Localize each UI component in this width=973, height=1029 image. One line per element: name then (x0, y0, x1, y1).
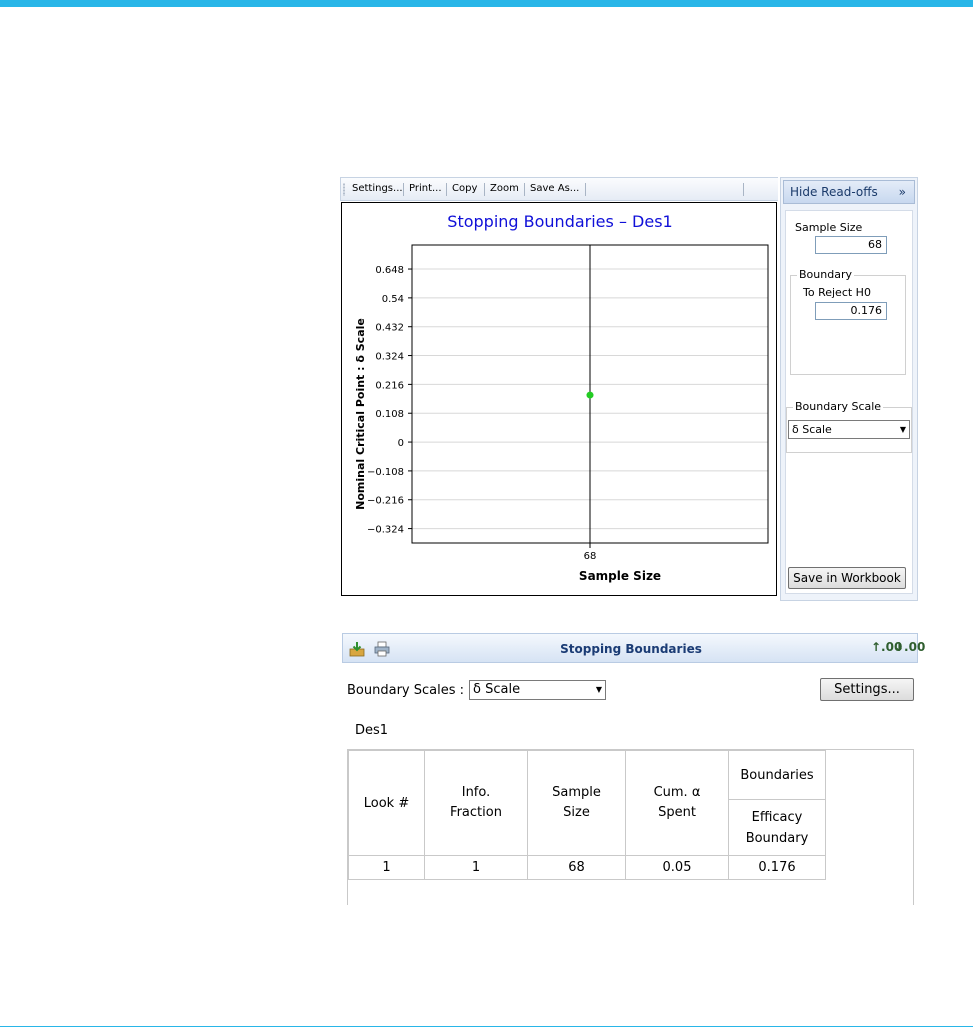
toolbar-separator (446, 183, 447, 196)
double-chevron-right-icon: » (898, 185, 906, 199)
hide-readoffs-label: Hide Read-offs (790, 185, 878, 199)
toolbar-separator (524, 183, 525, 196)
sample-size-label: Sample Size (795, 221, 863, 234)
y-tick-label: −0.216 (367, 496, 404, 507)
sample-size-field[interactable]: 68 (815, 236, 887, 254)
y-tick-label: −0.108 (367, 467, 404, 478)
toolbar-separator (585, 183, 586, 196)
boundary-scales-select[interactable]: δ Scale ▼ (469, 680, 606, 700)
x-axis-label: Sample Size (579, 569, 661, 583)
y-tick-label: 0.108 (375, 409, 404, 420)
dropdown-arrow-icon: ▼ (899, 425, 906, 434)
save-as-button[interactable]: Save As... (530, 178, 579, 200)
decrease-decimals-icon[interactable]: ↓.00 (894, 640, 925, 654)
col-header-boundaries: Boundaries (728, 749, 826, 801)
readoff-panel: Hide Read-offs » Sample Size 68 Boundary… (780, 177, 918, 601)
boundary-group-label: Boundary (797, 268, 854, 281)
zoom-button[interactable]: Zoom (490, 178, 519, 200)
reject-h0-field[interactable]: 0.176 (815, 302, 887, 320)
stopping-boundaries-chart: 0.648 0.54 0.432 0.324 0.216 0.108 0 −0.108 −0.2… (354, 244, 769, 583)
col-header-efficacy-boundary: Efficacy Boundary (728, 799, 826, 856)
toolbar-separator (403, 183, 404, 196)
readoff-content: Sample Size 68 Boundary To Reject H0 0.1… (785, 210, 913, 594)
boundary-scale-value: δ Scale (792, 423, 832, 436)
y-tick-label: 0.216 (375, 380, 404, 391)
top-accent-bar (0, 0, 973, 7)
toolbar-separator (743, 183, 744, 196)
col-header-look: Look # (348, 750, 425, 856)
toolbar-separator (484, 183, 485, 196)
x-tick-label: 68 (584, 551, 597, 562)
table-window-title: Stopping Boundaries (560, 642, 702, 656)
y-tick-label: 0.54 (382, 294, 404, 305)
table-row: 1 1 68 0.05 0.176 (348, 855, 826, 880)
boundary-scale-select[interactable]: δ Scale ▼ (788, 420, 910, 439)
y-tick-label: 0.324 (375, 352, 404, 363)
y-tick-label: 0.648 (375, 265, 404, 276)
design-label: Des1 (355, 723, 389, 738)
cell-look: 1 (348, 855, 425, 880)
print-button[interactable]: Print... (409, 178, 442, 200)
chart-toolbar: Settings... Print... Copy Zoom Save As..… (340, 177, 778, 201)
boundary-group: Boundary To Reject H0 0.176 (790, 268, 906, 375)
stopping-boundaries-table: Look # Info. Fraction Sample Size Cum. α… (348, 749, 826, 880)
hide-readoffs-button[interactable]: Hide Read-offs » (783, 180, 915, 204)
cell-efficacy-boundary: 0.176 (728, 855, 826, 880)
table-settings-button[interactable]: Settings... (820, 678, 914, 701)
y-tick-label: 0.432 (375, 323, 404, 334)
table-window: Stopping Boundaries ↑.00 ↓.00 Boundary S… (342, 633, 925, 905)
bottom-accent-line (0, 1026, 973, 1027)
plot-frame: Stopping Boundaries – Des1 0.648 0.54 0.43… (341, 202, 777, 596)
boundary-scale-group: Boundary Scale δ Scale ▼ (786, 400, 912, 453)
col-header-sample-size: Sample Size (527, 750, 626, 856)
toolbar-grip-icon[interactable] (343, 183, 345, 196)
col-header-info-fraction: Info. Fraction (424, 750, 528, 856)
y-tick-label: 0 (398, 438, 404, 449)
cell-cum-alpha: 0.05 (625, 855, 729, 880)
data-point (586, 391, 594, 399)
cell-info-fraction: 1 (424, 855, 528, 880)
col-header-cum-alpha: Cum. α Spent (625, 750, 729, 856)
reject-h0-label: To Reject H0 (803, 286, 871, 299)
cell-sample-size: 68 (527, 855, 626, 880)
boundary-scale-label: Boundary Scale (793, 400, 884, 413)
chart-window: Settings... Print... Copy Zoom Save As..… (340, 177, 918, 601)
copy-button[interactable]: Copy (452, 178, 477, 200)
y-axis-label: Nominal Critical Point : δ Scale (354, 318, 367, 510)
dropdown-arrow-icon: ▼ (595, 685, 602, 694)
y-tick-label: −0.324 (367, 525, 404, 536)
table-window-header: Stopping Boundaries ↑.00 ↓.00 (342, 633, 925, 663)
boundary-scales-value: δ Scale (473, 682, 521, 697)
save-in-workbook-button[interactable]: Save in Workbook (788, 567, 906, 589)
boundary-scales-label: Boundary Scales : (347, 683, 464, 698)
settings-button[interactable]: Settings... (352, 178, 403, 200)
